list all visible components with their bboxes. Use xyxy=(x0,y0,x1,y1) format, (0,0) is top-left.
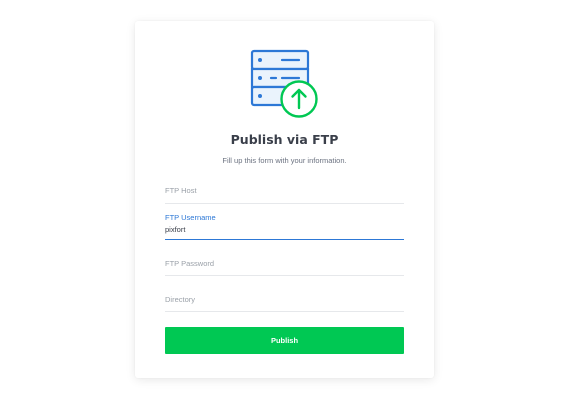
ftp-publish-card: Publish via FTP Fill up this form with y… xyxy=(135,21,434,378)
ftp-username-label: FTP Username xyxy=(165,213,216,222)
directory-field[interactable]: Directory xyxy=(165,290,404,312)
ftp-username-input[interactable] xyxy=(165,224,395,234)
ftp-host-field[interactable]: FTP Host xyxy=(165,181,404,204)
form-subtitle: Fill up this form with your information. xyxy=(222,156,347,165)
ftp-password-label: FTP Password xyxy=(165,259,215,268)
form-title: Publish via FTP xyxy=(230,132,339,147)
ftp-host-label: FTP Host xyxy=(165,186,197,195)
ftp-password-field[interactable]: FTP Password xyxy=(165,254,404,276)
upload-arrow-icon xyxy=(280,80,318,118)
directory-label: Directory xyxy=(165,295,196,304)
server-upload-icon xyxy=(250,49,318,118)
ftp-username-field[interactable]: FTP Username xyxy=(165,211,404,240)
publish-button[interactable]: Publish xyxy=(165,327,404,354)
